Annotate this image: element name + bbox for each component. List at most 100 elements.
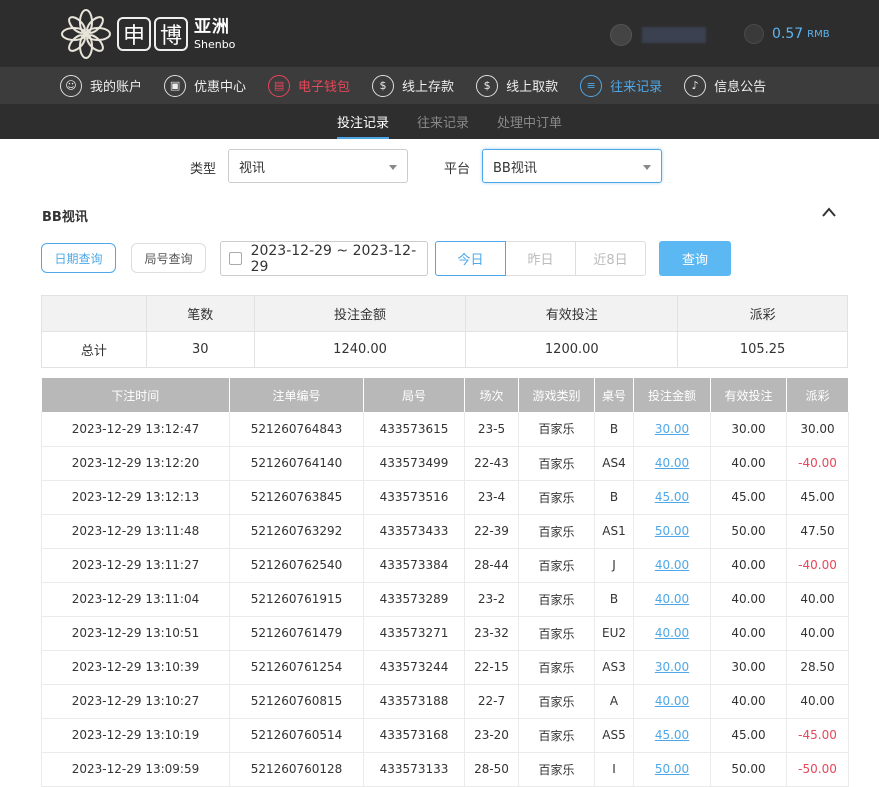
type-select[interactable]: 视讯: [228, 149, 408, 183]
column-header: 场次: [464, 378, 519, 412]
table-row: 2023-12-29 13:11:27 521260762540 433573384…: [41, 548, 849, 583]
column-header: 有效投注: [710, 378, 787, 412]
payout-cell: 40.00: [786, 616, 849, 651]
round-query-button[interactable]: 局号查询: [131, 243, 206, 273]
session-cell: 28-50: [464, 752, 519, 787]
valid-bet-cell: 50.00: [710, 514, 787, 549]
valid-bet-cell: 40.00: [710, 582, 787, 617]
summary-header: 有效投注: [465, 295, 679, 332]
avatar: [610, 24, 632, 46]
date-range-input[interactable]: 2023-12-29 ~ 2023-12-29: [220, 241, 428, 276]
column-header: 桌号: [594, 378, 634, 412]
bet-amount-cell[interactable]: 40.00: [633, 684, 711, 719]
bet-id-cell: 521260761254: [229, 650, 364, 685]
chevron-down-icon: [643, 165, 651, 170]
round-id-cell: 433573499: [363, 446, 465, 481]
withdraw-icon: $: [476, 74, 499, 97]
session-cell: 22-43: [464, 446, 519, 481]
bet-amount-cell[interactable]: 40.00: [633, 582, 711, 617]
user-info[interactable]: [610, 24, 706, 46]
bet-time-cell: 2023-12-29 13:10:19: [41, 718, 230, 753]
bet-amount-cell[interactable]: 40.00: [633, 616, 711, 651]
valid-bet-cell: 45.00: [710, 480, 787, 515]
bet-time-cell: 2023-12-29 13:12:13: [41, 480, 230, 515]
column-header: 注单编号: [229, 378, 364, 412]
summary-table: 笔数 投注金额 有效投注 派彩 总计 30 1240.00 1200.00 10…: [41, 295, 848, 368]
bet-amount-cell[interactable]: 45.00: [633, 480, 711, 515]
nav-label: 往来记录: [610, 80, 663, 95]
nav-announcements[interactable]: ♪ 信息公告: [684, 74, 766, 97]
top-header: 申 博 亚洲 Shenbo 0.57 RMB: [0, 0, 879, 67]
type-label: 类型: [190, 162, 217, 177]
logo[interactable]: 申 博 亚洲 Shenbo: [58, 8, 235, 60]
wallet-icon: ▤: [268, 74, 291, 97]
tab-pending-orders[interactable]: 处理中订单: [483, 104, 576, 139]
balance: 0.57 RMB: [744, 24, 830, 44]
gift-icon: ▣: [164, 74, 187, 97]
nav-label: 电子钱包: [298, 80, 351, 95]
date-range-value: 2023-12-29 ~ 2023-12-29: [250, 242, 417, 275]
bet-amount-cell[interactable]: 30.00: [633, 650, 711, 685]
date-query-button[interactable]: 日期查询: [41, 243, 116, 273]
table-no-cell: EU2: [594, 616, 634, 651]
payout-cell: -40.00: [786, 548, 849, 583]
nav-records[interactable]: ≡ 往来记录: [580, 74, 663, 97]
valid-bet-cell: 45.00: [710, 718, 787, 753]
bet-amount-cell[interactable]: 30.00: [633, 412, 711, 447]
bet-amount-cell[interactable]: 50.00: [633, 514, 711, 549]
valid-bet-cell: 40.00: [710, 684, 787, 719]
table-no-cell: AS3: [594, 650, 634, 685]
table-row: 2023-12-29 13:12:20 521260764140 433573499…: [41, 446, 849, 481]
game-type-cell: 百家乐: [518, 582, 595, 617]
yesterday-button[interactable]: 昨日: [505, 241, 576, 276]
column-header: 投注金额: [633, 378, 711, 412]
game-type-cell: 百家乐: [518, 412, 595, 447]
table-row: 2023-12-29 13:09:59 521260760128 433573133…: [41, 752, 849, 787]
table-header-row: 下注时间 注单编号 局号 场次 游戏类别 桌号 投注金额 有效投注 派彩: [41, 378, 849, 412]
nav-deposit[interactable]: $ 线上存款: [372, 74, 455, 97]
chevron-up-icon[interactable]: [822, 205, 836, 219]
today-button[interactable]: 今日: [435, 241, 506, 276]
round-id-cell: 433573133: [363, 752, 465, 787]
bet-time-cell: 2023-12-29 13:10:39: [41, 650, 230, 685]
tab-bet-records[interactable]: 投注记录: [323, 104, 403, 139]
bet-records-table: 下注时间 注单编号 局号 场次 游戏类别 桌号 投注金额 有效投注 派彩 202…: [41, 378, 849, 787]
tab-transfer-records[interactable]: 往来记录: [403, 104, 483, 139]
nav-wallet[interactable]: ▤ 电子钱包: [268, 74, 351, 97]
summary-cell: 105.25: [677, 331, 848, 368]
section-title: BB视讯: [42, 210, 88, 225]
bet-time-cell: 2023-12-29 13:11:04: [41, 582, 230, 617]
table-no-cell: J: [594, 548, 634, 583]
sub-tabs: 投注记录 往来记录 处理中订单: [0, 104, 879, 139]
nav-label: 线上存款: [402, 80, 455, 95]
last-8-days-button[interactable]: 近8日: [575, 241, 646, 276]
summary-header: 投注金额: [253, 295, 467, 332]
bet-amount-cell[interactable]: 45.00: [633, 718, 711, 753]
table-row: 2023-12-29 13:12:13 521260763845 433573516…: [41, 480, 849, 515]
chevron-down-icon: [389, 165, 397, 170]
bet-amount-cell[interactable]: 40.00: [633, 548, 711, 583]
bet-id-cell: 521260764843: [229, 412, 364, 447]
session-cell: 23-32: [464, 616, 519, 651]
table-no-cell: A: [594, 684, 634, 719]
table-no-cell: AS5: [594, 718, 634, 753]
valid-bet-cell: 30.00: [710, 650, 787, 685]
bet-amount-cell[interactable]: 40.00: [633, 446, 711, 481]
calendar-icon: [229, 252, 242, 265]
summary-cell: 1200.00: [465, 331, 679, 368]
nav-withdraw[interactable]: $ 线上取款: [476, 74, 558, 97]
nav-my-account[interactable]: ☺ 我的账户: [60, 74, 142, 97]
bet-amount-cell[interactable]: 50.00: [633, 752, 711, 787]
nav-promotions[interactable]: ▣ 优惠中心: [164, 74, 246, 97]
valid-bet-cell: 30.00: [710, 412, 787, 447]
valid-bet-cell: 50.00: [710, 752, 787, 787]
balance-currency: RMB: [807, 28, 830, 40]
platform-select[interactable]: BB视讯: [482, 149, 662, 183]
search-button[interactable]: 查询: [659, 241, 731, 276]
balance-value: 0.57: [772, 26, 804, 42]
date-shortcut-group: 今日 昨日 近8日: [435, 241, 646, 276]
session-cell: 22-15: [464, 650, 519, 685]
round-id-cell: 433573433: [363, 514, 465, 549]
bet-id-cell: 521260763292: [229, 514, 364, 549]
type-select-value: 视讯: [239, 160, 266, 176]
